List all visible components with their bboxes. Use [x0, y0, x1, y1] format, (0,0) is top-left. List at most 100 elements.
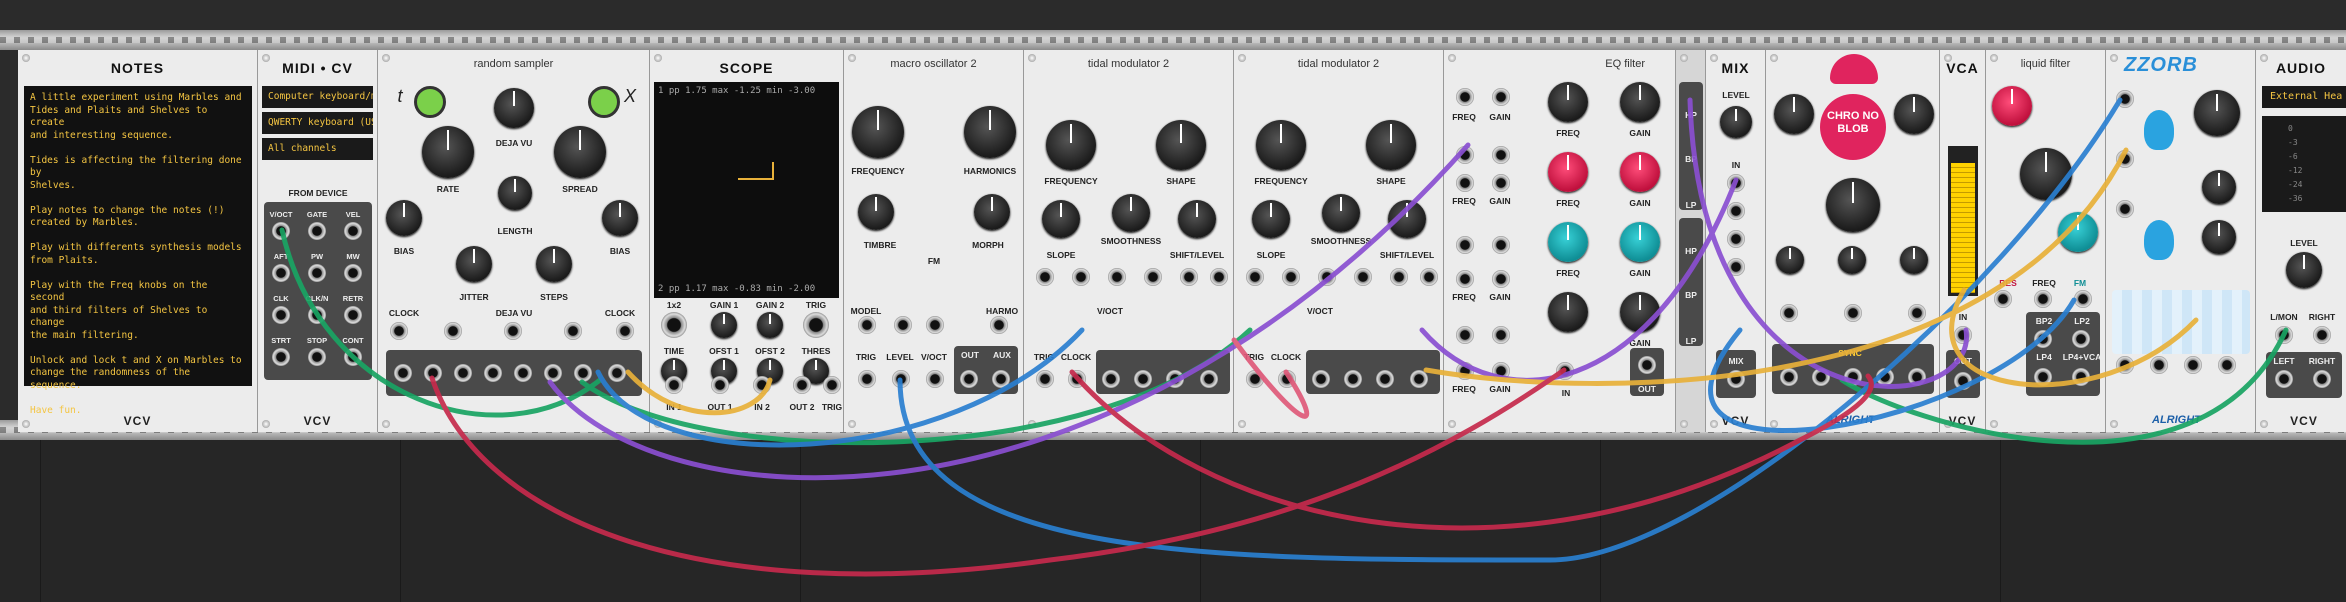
frequency-knob[interactable] — [852, 106, 904, 158]
freq-cv[interactable] — [1282, 268, 1300, 286]
out-1[interactable] — [1312, 370, 1330, 388]
midi-device-select[interactable]: QWERTY keyboard (US) — [262, 112, 373, 134]
smoothness-knob[interactable] — [1112, 194, 1150, 232]
harmo-cv[interactable] — [990, 316, 1008, 334]
model-cv[interactable] — [858, 316, 876, 334]
zz-in-2[interactable] — [2116, 150, 2134, 168]
sync-jack[interactable] — [1844, 368, 1862, 386]
freq-cv-3[interactable] — [1456, 236, 1474, 254]
x1-out[interactable] — [514, 364, 532, 382]
right-out[interactable] — [2313, 370, 2331, 388]
jitter-knob[interactable] — [456, 246, 492, 282]
fm-cv-1[interactable] — [894, 316, 912, 334]
lmon-in[interactable] — [2275, 326, 2293, 344]
midi-out-jack-5[interactable] — [344, 264, 362, 282]
lp4vca-out[interactable] — [2072, 368, 2090, 386]
zz-cv-4[interactable] — [2218, 356, 2236, 374]
out-3[interactable] — [1376, 370, 1394, 388]
gain-knob-3[interactable] — [1620, 222, 1660, 262]
midi-out-jack-4[interactable] — [308, 264, 326, 282]
midi-out-jack-3[interactable] — [272, 264, 290, 282]
mix-in-3[interactable] — [1727, 230, 1745, 248]
slope-knob[interactable] — [1042, 200, 1080, 238]
freq-cv-2b[interactable] — [1456, 174, 1474, 192]
frequency-knob[interactable] — [1046, 120, 1096, 170]
midi-out-jack-9[interactable] — [272, 348, 290, 366]
shift-cv[interactable] — [1210, 268, 1228, 286]
t3-out[interactable] — [454, 364, 472, 382]
gain-cv-3[interactable] — [1492, 236, 1510, 254]
lp2-out[interactable] — [2072, 330, 2090, 348]
in-l[interactable] — [1780, 368, 1798, 386]
zz-in-1[interactable] — [2116, 90, 2134, 108]
mod-in[interactable] — [1844, 304, 1862, 322]
right-in[interactable] — [2313, 326, 2331, 344]
mix-level-knob[interactable] — [1720, 106, 1752, 138]
fm-cv-2[interactable] — [926, 316, 944, 334]
gain-knob-2[interactable] — [1620, 152, 1660, 192]
shift-level-knob[interactable] — [1178, 200, 1216, 238]
zz-in-3[interactable] — [2116, 200, 2134, 218]
shape-cv[interactable] — [1180, 268, 1198, 286]
morph-knob[interactable] — [974, 194, 1010, 230]
scope-display[interactable]: 1 pp 1.75 max -1.25 min -3.00 2 pp 1.17 … — [654, 82, 839, 298]
frequency-knob[interactable] — [1256, 120, 1306, 170]
out-2-jack[interactable] — [793, 376, 811, 394]
out-3[interactable] — [1166, 370, 1184, 388]
x3-out[interactable] — [574, 364, 592, 382]
midi-out-jack-10[interactable] — [308, 348, 326, 366]
feedback-knob[interactable] — [1894, 94, 1934, 134]
gain-cv-1[interactable] — [1492, 88, 1510, 106]
shape-knob[interactable] — [1366, 120, 1416, 170]
out-4[interactable] — [1410, 370, 1428, 388]
left-out[interactable] — [2275, 370, 2293, 388]
gain-cv-3b[interactable] — [1492, 270, 1510, 288]
zz-cv-1[interactable] — [2116, 356, 2134, 374]
mix-in-4[interactable] — [1727, 258, 1745, 276]
gain-2-knob[interactable] — [757, 312, 783, 338]
trig-in[interactable] — [1036, 370, 1054, 388]
freq-cv[interactable] — [2034, 290, 2052, 308]
1x2-button[interactable] — [661, 312, 687, 338]
out-l[interactable] — [1876, 368, 1894, 386]
delay-knob[interactable] — [1826, 178, 1880, 232]
zzorb-knob-1[interactable] — [2194, 90, 2240, 136]
midi-out-jack-0[interactable] — [272, 222, 290, 240]
level-in[interactable] — [892, 370, 910, 388]
gain-cv-4[interactable] — [1492, 326, 1510, 344]
mix-knob-l[interactable] — [1776, 246, 1804, 274]
in-r[interactable] — [1812, 368, 1830, 386]
rate-knob[interactable] — [422, 126, 474, 178]
clock-in[interactable] — [1068, 370, 1086, 388]
mix-in-1[interactable] — [1727, 174, 1745, 192]
midi-out-jack-6[interactable] — [272, 306, 290, 324]
freq-cv-3b[interactable] — [1456, 270, 1474, 288]
deja-vu-cv-in[interactable] — [504, 322, 522, 340]
clock-in[interactable] — [1780, 304, 1798, 322]
mix-knob-r[interactable] — [1900, 246, 1928, 274]
midi-out-jack-11[interactable] — [344, 348, 362, 366]
zz-cv-2[interactable] — [2150, 356, 2168, 374]
clock-in-x[interactable] — [616, 322, 634, 340]
drive-knob[interactable] — [2058, 212, 2098, 252]
vca-level-slider[interactable] — [1948, 146, 1978, 296]
freq-cv-4[interactable] — [1456, 326, 1474, 344]
freq-knob-1[interactable] — [1548, 82, 1588, 122]
t2-out[interactable] — [424, 364, 442, 382]
fm-cv[interactable] — [2074, 290, 2092, 308]
x-out[interactable] — [608, 364, 626, 382]
zz-cv-3[interactable] — [2184, 356, 2202, 374]
time-knob[interactable] — [1774, 94, 1814, 134]
smoothness-knob[interactable] — [1322, 194, 1360, 232]
smooth-cv[interactable] — [1354, 268, 1372, 286]
res-top-knob[interactable] — [1992, 86, 2032, 126]
shape-knob[interactable] — [1156, 120, 1206, 170]
in-1-jack[interactable] — [665, 376, 683, 394]
shift-level-knob[interactable] — [1388, 200, 1426, 238]
sync-in[interactable] — [1908, 304, 1926, 322]
freq-cv[interactable] — [1072, 268, 1090, 286]
midi-out-jack-7[interactable] — [308, 306, 326, 324]
midi-channel-select[interactable]: All channels — [262, 138, 373, 160]
cv-in-2[interactable] — [564, 322, 582, 340]
lp4-out[interactable] — [2034, 368, 2052, 386]
